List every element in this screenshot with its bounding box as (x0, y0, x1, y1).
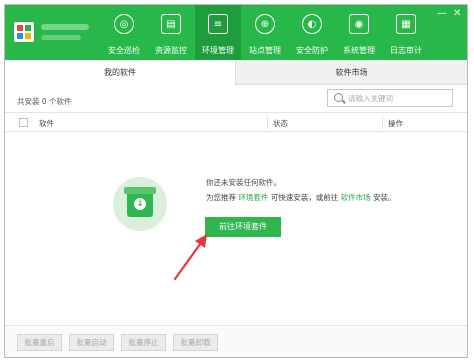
software-market-link[interactable]: 软件市场 (341, 193, 371, 202)
table-header: 软件 状态 操作 (5, 112, 467, 132)
column-divider (382, 116, 383, 129)
tab-software-market[interactable]: 软件市场 (236, 60, 467, 85)
nav-item-security-inspection[interactable]: ◎ 安全巡检 (101, 5, 147, 60)
monitor-chart-icon: ▤ (161, 14, 181, 34)
annotation-arrow-icon (173, 234, 207, 281)
recommendation-prefix: 为您推荐 (206, 193, 239, 202)
nav-item-label: 站点管理 (249, 46, 281, 55)
nav-item-label: 环境管理 (202, 46, 234, 55)
installed-count-text: 共安装 0 个软件 (17, 97, 72, 106)
go-to-environment-suite-button[interactable]: 前往环境套件 (205, 217, 281, 237)
nav-item-label: 资源监控 (155, 46, 187, 55)
column-divider (267, 116, 268, 129)
nav-item-label: 日志审计 (390, 46, 422, 55)
nav-item-resource-monitor[interactable]: ▤ 资源监控 (148, 5, 194, 60)
tab-bar: 我的软件 软件市场 (5, 60, 467, 86)
empty-state-message: 你还未安装任何软件。 (206, 178, 281, 187)
environment-suite-link[interactable]: 环境套件 (238, 193, 268, 202)
batch-start-button[interactable]: 批量启动 (69, 334, 114, 351)
empty-state-recommendation: 为您推荐 环境套件 可快速安装，或前往 软件市场 安装。 (206, 192, 396, 203)
recommendation-suffix: 安装。 (370, 193, 396, 202)
empty-software-box-icon: ↓ (113, 177, 167, 231)
nav-item-log-audit[interactable]: ▦ 日志审计 (383, 5, 429, 60)
app-window: ◎ 安全巡检 ▤ 资源监控 ≡ 环境管理 ⊕ 站点管理 ◐ 安全防护 ◉ 系统管… (4, 4, 468, 358)
nav-item-site-management[interactable]: ⊕ 站点管理 (242, 5, 288, 60)
globe-icon: ⊕ (255, 14, 275, 34)
radar-icon: ◎ (114, 14, 134, 34)
search-box[interactable] (327, 89, 453, 107)
minimize-button[interactable]: — (437, 9, 447, 19)
recommendation-middle: 可快速安装，或前往 (268, 193, 341, 202)
blurred-server-name (41, 24, 89, 30)
app-logo-icon (14, 22, 34, 42)
nav-item-label: 系统管理 (343, 46, 375, 55)
close-button[interactable]: ✕ (453, 9, 461, 19)
nav-item-security-protection[interactable]: ◐ 安全防护 (289, 5, 335, 60)
blurred-server-address (41, 35, 81, 40)
search-input[interactable] (348, 91, 448, 105)
column-header-action: 操作 (388, 119, 403, 128)
select-all-checkbox[interactable] (19, 118, 28, 127)
download-arrow-icon: ↓ (134, 198, 146, 210)
top-navigation-bar: ◎ 安全巡检 ▤ 资源监控 ≡ 环境管理 ⊕ 站点管理 ◐ 安全防护 ◉ 系统管… (5, 5, 467, 60)
display-settings-icon: ◉ (349, 14, 369, 34)
batch-stop-button[interactable]: 批量停止 (121, 334, 166, 351)
search-icon (334, 93, 343, 102)
nav-item-environment-management[interactable]: ≡ 环境管理 (195, 5, 241, 60)
tab-my-software[interactable]: 我的软件 (5, 60, 236, 86)
batch-restart-button[interactable]: 批量重启 (17, 334, 62, 351)
column-header-software: 软件 (39, 119, 54, 128)
nav-item-label: 安全防护 (296, 46, 328, 55)
shield-icon: ◐ (302, 14, 322, 34)
server-stack-icon: ≡ (208, 14, 228, 34)
nav-item-label: 安全巡检 (108, 46, 140, 55)
document-log-icon: ▦ (396, 14, 416, 34)
batch-action-bar: 批量重启 批量启动 批量停止 批量卸载 (5, 325, 467, 357)
nav-item-system-management[interactable]: ◉ 系统管理 (336, 5, 382, 60)
batch-uninstall-button[interactable]: 批量卸载 (173, 334, 218, 351)
column-header-status: 状态 (273, 119, 288, 128)
